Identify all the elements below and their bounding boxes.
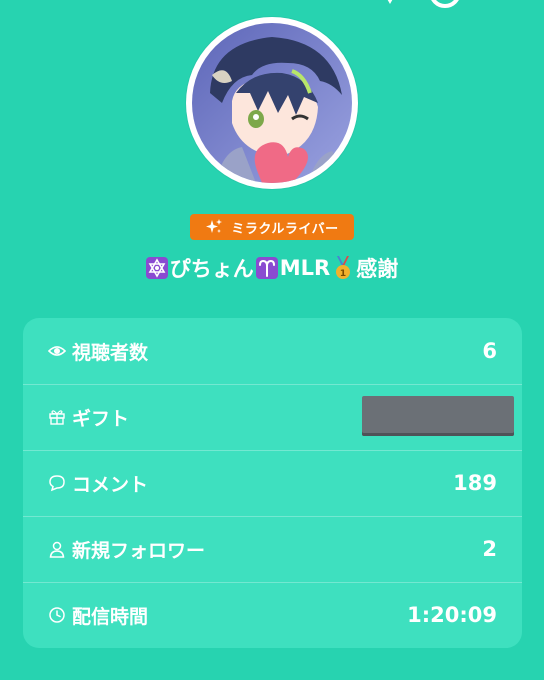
redacted-value: [362, 396, 514, 436]
avatar[interactable]: [186, 17, 358, 189]
comment-icon: [49, 475, 65, 492]
avatar-image: [192, 23, 352, 183]
stat-value: 2: [482, 537, 497, 561]
stat-label: 視聴者数: [72, 341, 149, 364]
stat-label: 配信時間: [72, 605, 149, 628]
sparkle-icon: [206, 219, 223, 233]
streamer-name-part-3: 感謝: [356, 257, 399, 281]
rank-badge: ミラクルライバー: [190, 214, 354, 240]
rank-badge-label: ミラクルライバー: [231, 221, 339, 237]
medal-emoji-icon: 1: [332, 256, 354, 280]
streamer-name-part-2: MLR: [279, 256, 331, 280]
stat-row-comments: コメント 189: [23, 450, 522, 516]
svg-text:1: 1: [340, 269, 346, 279]
top-icons-partial: [387, 0, 459, 8]
eye-icon: [48, 346, 66, 356]
stat-value: 6: [482, 339, 497, 363]
stat-label: コメント: [72, 473, 149, 496]
streamer-name-part-1: ぴちょん: [169, 257, 254, 281]
stat-row-stream-time: 配信時間 1:20:09: [23, 582, 522, 648]
stream-stats-card: 視聴者数 6 ギフト コメント 189 新規フォロワー 2 配信時間 1:20:…: [23, 318, 522, 648]
person-icon: [49, 541, 65, 558]
stat-label: 新規フォロワー: [72, 539, 206, 562]
aries-emoji-icon: [255, 257, 278, 279]
stat-value: 189: [453, 471, 497, 495]
clock-icon: [49, 607, 65, 623]
streamer-name: ぴちょん MLR 1 感謝: [0, 252, 544, 284]
stat-row-new-followers: 新規フォロワー 2: [23, 516, 522, 582]
star-of-david-emoji-icon: [145, 257, 168, 279]
stat-row-viewers: 視聴者数 6: [23, 318, 522, 384]
gift-icon: [49, 410, 65, 425]
stat-row-gifts: ギフト: [23, 384, 522, 450]
stat-value: 1:20:09: [407, 603, 497, 627]
